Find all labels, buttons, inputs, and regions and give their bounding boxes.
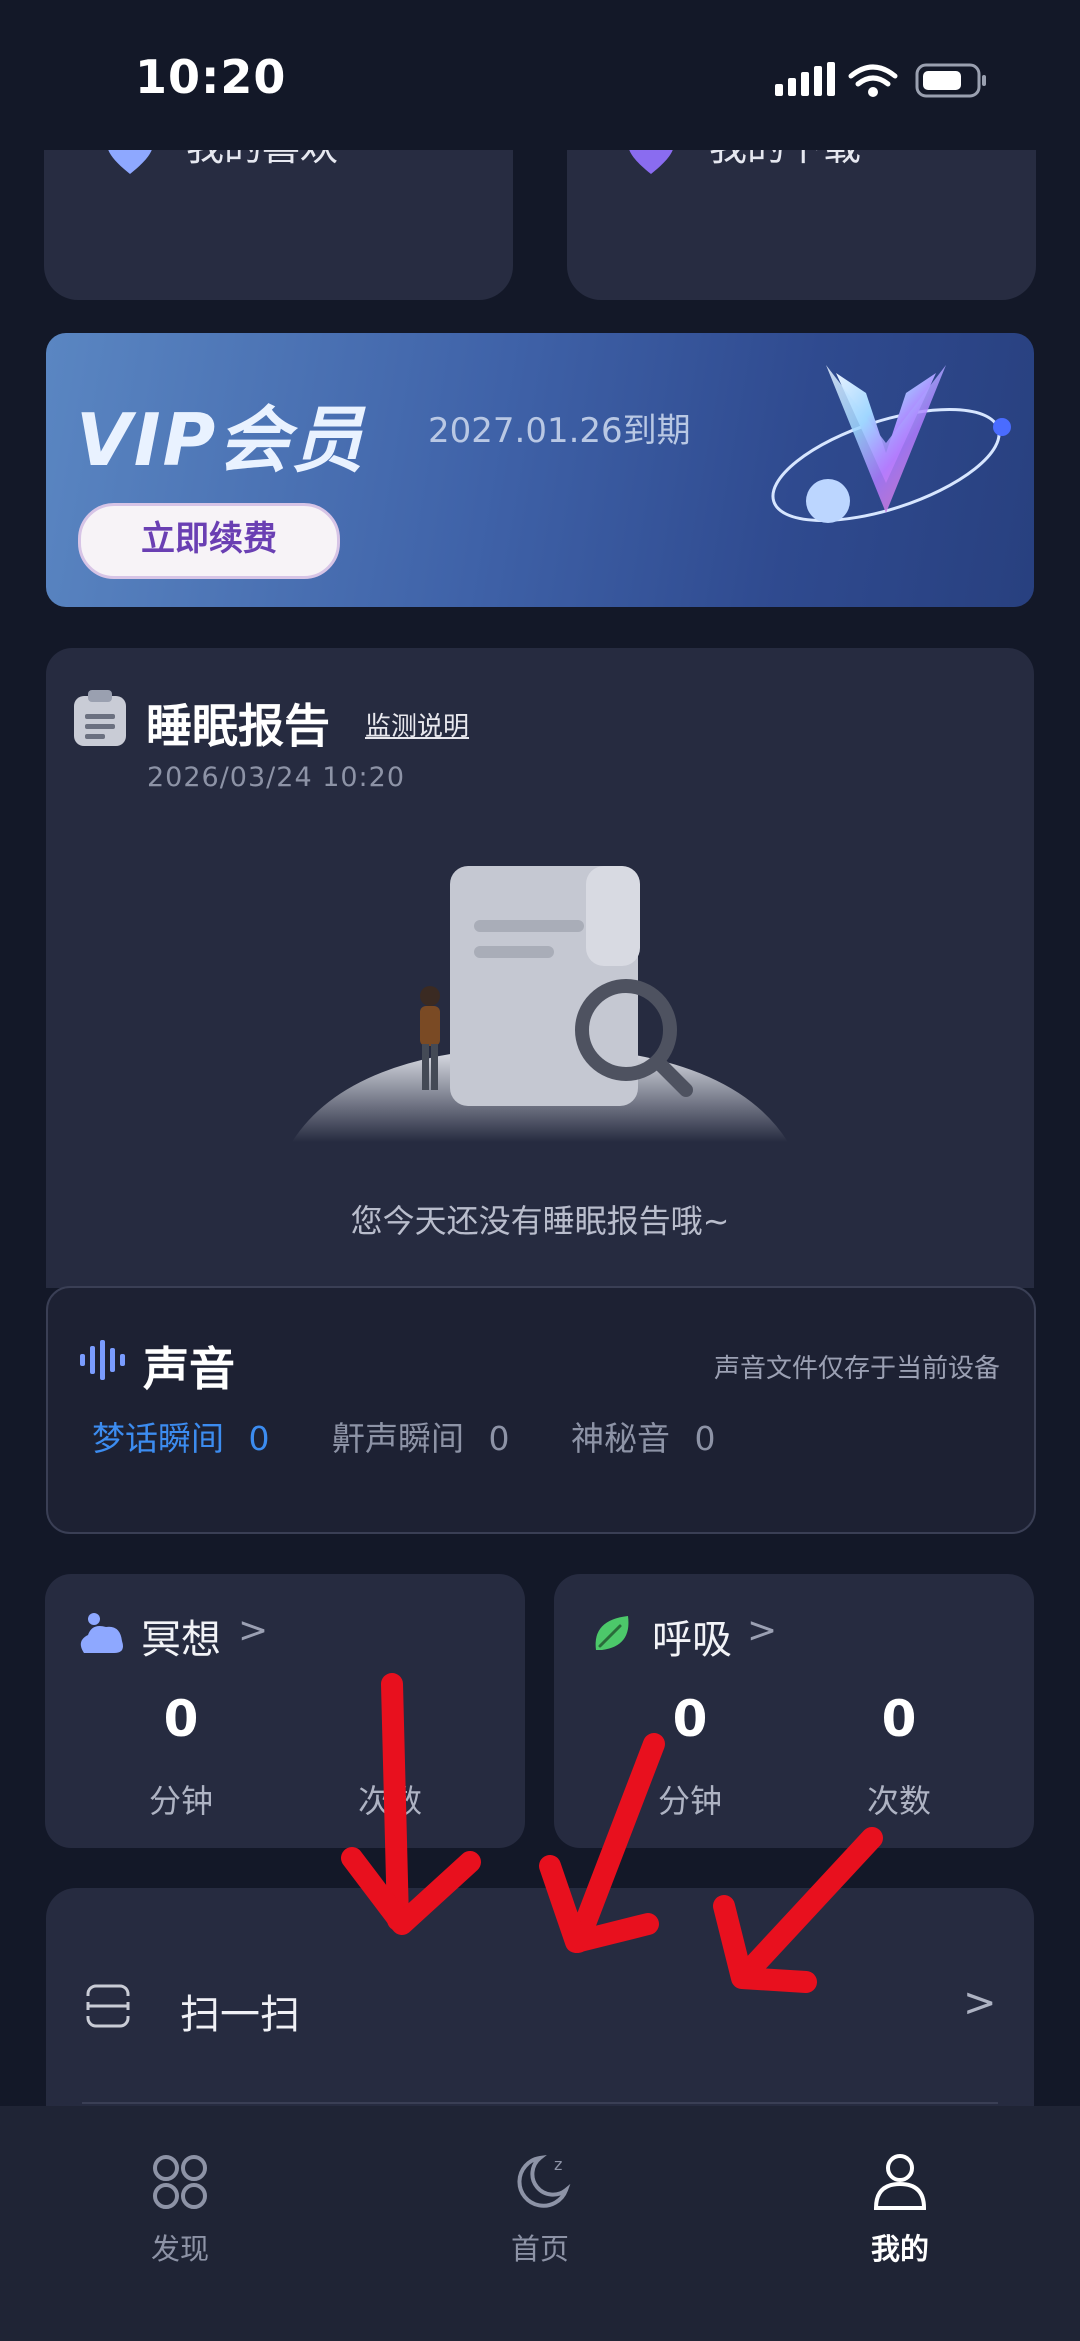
sound-title: 声音 <box>143 1342 235 1396</box>
sound-note: 声音文件仅存于当前设备 <box>714 1354 1001 1384</box>
discover-icon <box>153 2155 207 2209</box>
favorites-card[interactable]: 我的喜欢 > <box>44 150 513 300</box>
nav-discover-label: 发现 <box>150 2232 209 2266</box>
status-icons <box>775 62 986 98</box>
download-heart-icon <box>629 150 673 174</box>
downloads-label: 我的下载 <box>709 150 861 171</box>
monitor-explain-link[interactable]: 监测说明 <box>365 706 469 743</box>
stat-label: 神秘音 <box>571 1419 670 1458</box>
chevron-right-icon: > <box>963 1980 997 2026</box>
moon-icon: z <box>517 2154 571 2208</box>
breathing-times-label: 次数 <box>866 1782 931 1820</box>
breathing-minutes-label: 分钟 <box>657 1782 722 1820</box>
battery-icon <box>915 63 986 98</box>
divider <box>82 2102 998 2104</box>
scan-icon <box>86 1984 130 2028</box>
sleep-empty-text: 您今天还没有睡眠报告哦~ <box>350 1202 730 1240</box>
mystery-sound-stat[interactable]: 神秘音 0 <box>571 1412 716 1460</box>
leaf-icon <box>595 1616 629 1650</box>
wifi-icon <box>848 64 898 87</box>
downloads-card[interactable]: 我的下载 > <box>567 150 1036 300</box>
meditation-times-label: 次数 <box>357 1782 422 1820</box>
stat-value: 0 <box>248 1419 270 1458</box>
scan-label: 扫一扫 <box>180 1992 300 2038</box>
stat-label: 鼾声瞬间 <box>332 1419 464 1458</box>
empty-report-illustration <box>292 866 788 1142</box>
stat-label: 梦话瞬间 <box>92 1419 224 1458</box>
status-time: 10:20 <box>135 50 287 104</box>
stat-value: 0 <box>488 1419 510 1458</box>
heart-icon <box>108 150 152 174</box>
vip-expiry: 2027.01.26到期 <box>428 411 691 451</box>
chevron-right-icon: > <box>444 150 474 157</box>
sleep-talk-stat[interactable]: 梦话瞬间 0 <box>92 1412 270 1460</box>
waveform-icon <box>80 1340 125 1380</box>
user-icon <box>873 2154 927 2210</box>
breathing-times: 0 <box>881 1690 917 1748</box>
cloud-moon-icon <box>80 1613 123 1653</box>
chevron-right-icon: > <box>238 1610 269 1651</box>
breathing-minutes: 0 <box>672 1690 708 1748</box>
sound-card <box>46 1286 1036 1534</box>
meditation-title: 冥想 <box>141 1617 221 1663</box>
chevron-right-icon: > <box>967 150 997 157</box>
nav-mine-label: 我的 <box>870 2232 929 2266</box>
sleep-report-date: 2026/03/24 10:20 <box>147 762 406 793</box>
nav-home-label: 首页 <box>510 2232 569 2266</box>
stat-value: 0 <box>694 1419 716 1458</box>
vip-emblem-icon <box>771 365 1011 523</box>
clipboard-icon <box>74 690 126 746</box>
meditation-minutes: 0 <box>163 1690 199 1748</box>
meditation-minutes-label: 分钟 <box>148 1782 213 1820</box>
sleep-report-title: 睡眠报告 <box>146 699 330 753</box>
chevron-right-icon: > <box>747 1610 778 1651</box>
renew-button[interactable]: 立即续费 <box>78 503 340 579</box>
snore-stat[interactable]: 鼾声瞬间 0 <box>332 1412 510 1460</box>
wifi-dot <box>868 87 878 97</box>
vip-title: VIP会员 <box>76 398 366 482</box>
signal-icon <box>775 62 835 96</box>
svg-text:z: z <box>554 2155 562 2174</box>
favorites-label: 我的喜欢 <box>186 150 338 171</box>
vip-banner[interactable]: VIP会员 2027.01.26到期 立即续费 <box>46 333 1034 607</box>
breathing-title: 呼吸 <box>652 1617 732 1663</box>
